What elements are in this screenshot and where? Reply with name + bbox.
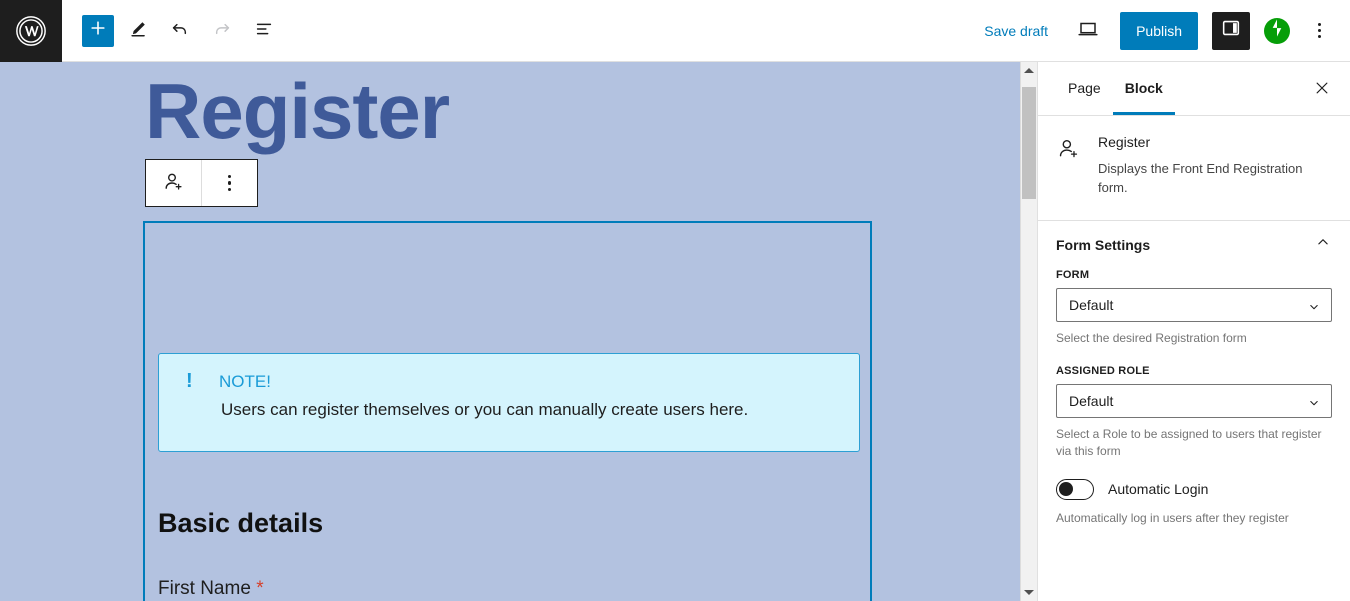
kebab-menu-icon bbox=[227, 174, 232, 192]
preview-button[interactable] bbox=[1070, 13, 1106, 49]
form-settings-panel-body: FORM Default Select the desired Registra… bbox=[1038, 269, 1350, 528]
block-info-text: Register Displays the Front End Registra… bbox=[1098, 134, 1332, 198]
automatic-login-row: Automatic Login bbox=[1056, 478, 1332, 500]
kebab-menu-icon bbox=[1317, 35, 1321, 38]
page-title[interactable]: Register bbox=[145, 72, 450, 150]
assigned-role-select-value: Default bbox=[1069, 393, 1114, 410]
close-icon bbox=[1313, 79, 1331, 100]
plus-icon bbox=[88, 18, 108, 43]
top-bar-left-tools bbox=[62, 13, 282, 49]
canvas-scrollbar[interactable] bbox=[1020, 62, 1037, 601]
form-settings-title: Form Settings bbox=[1056, 236, 1151, 253]
scroll-up-arrow-icon bbox=[1024, 68, 1034, 73]
kebab-menu-icon bbox=[1317, 23, 1321, 26]
exclamation-icon: ! bbox=[186, 370, 193, 392]
chevron-down-icon bbox=[1307, 396, 1321, 413]
scroll-down-button[interactable] bbox=[1021, 584, 1037, 601]
block-info-card: Register Displays the Front End Registra… bbox=[1038, 116, 1350, 221]
pencil-icon bbox=[127, 18, 149, 43]
note-text: Users can register themselves or you can… bbox=[221, 400, 749, 419]
note-title: NOTE! bbox=[219, 372, 271, 391]
toggle-knob bbox=[1059, 481, 1073, 496]
block-options-button[interactable] bbox=[202, 160, 257, 206]
chevron-up-icon bbox=[1314, 233, 1332, 256]
add-block-button[interactable] bbox=[82, 14, 114, 47]
wordpress-logo-button[interactable] bbox=[0, 0, 62, 62]
settings-sidebar-toggle[interactable] bbox=[1212, 11, 1250, 50]
note-callout: ! NOTE! Users can register themselves or… bbox=[158, 353, 860, 452]
top-bar-right-tools: Save draft Publish bbox=[976, 11, 1350, 50]
scroll-down-arrow-icon bbox=[1024, 590, 1034, 595]
scrollbar-thumb[interactable] bbox=[1022, 87, 1036, 199]
assigned-role-select-help: Select a Role to be assigned to users th… bbox=[1056, 427, 1322, 459]
document-outline-icon bbox=[253, 18, 275, 43]
undo-arrow-icon bbox=[169, 18, 191, 43]
section-heading: Basic details bbox=[158, 508, 324, 538]
chevron-down-icon bbox=[1307, 300, 1321, 317]
jetpack-icon bbox=[1266, 17, 1288, 44]
assigned-role-select[interactable]: Default bbox=[1056, 384, 1332, 419]
form-select[interactable]: Default bbox=[1056, 287, 1332, 322]
scroll-up-button[interactable] bbox=[1021, 62, 1037, 79]
form-select-value: Default bbox=[1069, 296, 1114, 313]
block-icon-wrapper bbox=[1056, 134, 1082, 198]
laptop-preview-icon bbox=[1076, 17, 1100, 44]
automatic-login-label: Automatic Login bbox=[1108, 481, 1209, 498]
assigned-role-control-label: ASSIGNED ROLE bbox=[1056, 365, 1150, 378]
kebab-menu-icon bbox=[1317, 29, 1321, 32]
user-add-icon bbox=[162, 170, 186, 197]
sidebar-tabs: Page Block bbox=[1038, 62, 1350, 116]
block-description: Displays the Front End Registration form… bbox=[1098, 161, 1303, 195]
block-type-button[interactable] bbox=[146, 160, 201, 206]
editor-canvas[interactable]: Register ! NOTE! Users can register them… bbox=[0, 62, 1020, 601]
wordpress-logo-icon bbox=[15, 15, 47, 47]
sidebar-panel-icon bbox=[1220, 17, 1242, 44]
redo-arrow-icon bbox=[211, 18, 233, 43]
first-name-label-text: First Name bbox=[158, 578, 251, 599]
form-settings-panel-header[interactable]: Form Settings bbox=[1038, 221, 1350, 269]
form-select-help: Select the desired Registration form bbox=[1056, 330, 1247, 345]
automatic-login-help: Automatically log in users after they re… bbox=[1056, 510, 1289, 525]
automatic-login-toggle[interactable] bbox=[1056, 478, 1094, 500]
list-view-button[interactable] bbox=[246, 13, 282, 49]
edit-mode-button[interactable] bbox=[120, 13, 156, 49]
editor-top-bar: Save draft Publish bbox=[0, 0, 1350, 62]
block-title: Register bbox=[1098, 134, 1151, 150]
first-name-label: First Name * bbox=[158, 578, 264, 600]
user-add-icon bbox=[1056, 139, 1082, 166]
undo-button[interactable] bbox=[162, 13, 198, 49]
settings-sidebar: Page Block Register Displays the Front E… bbox=[1037, 62, 1350, 601]
redo-button[interactable] bbox=[204, 13, 240, 49]
block-toolbar bbox=[145, 159, 258, 207]
publish-button[interactable]: Publish bbox=[1120, 11, 1198, 50]
jetpack-button[interactable] bbox=[1264, 17, 1290, 44]
register-block[interactable]: ! NOTE! Users can register themselves or… bbox=[143, 221, 872, 601]
form-control-label: FORM bbox=[1056, 268, 1090, 281]
close-sidebar-button[interactable] bbox=[1308, 75, 1336, 103]
save-draft-button[interactable]: Save draft bbox=[976, 17, 1056, 45]
required-marker: * bbox=[256, 578, 264, 599]
tab-page[interactable]: Page bbox=[1056, 62, 1113, 115]
tab-block[interactable]: Block bbox=[1113, 62, 1175, 115]
editor-options-button[interactable] bbox=[1304, 13, 1334, 49]
